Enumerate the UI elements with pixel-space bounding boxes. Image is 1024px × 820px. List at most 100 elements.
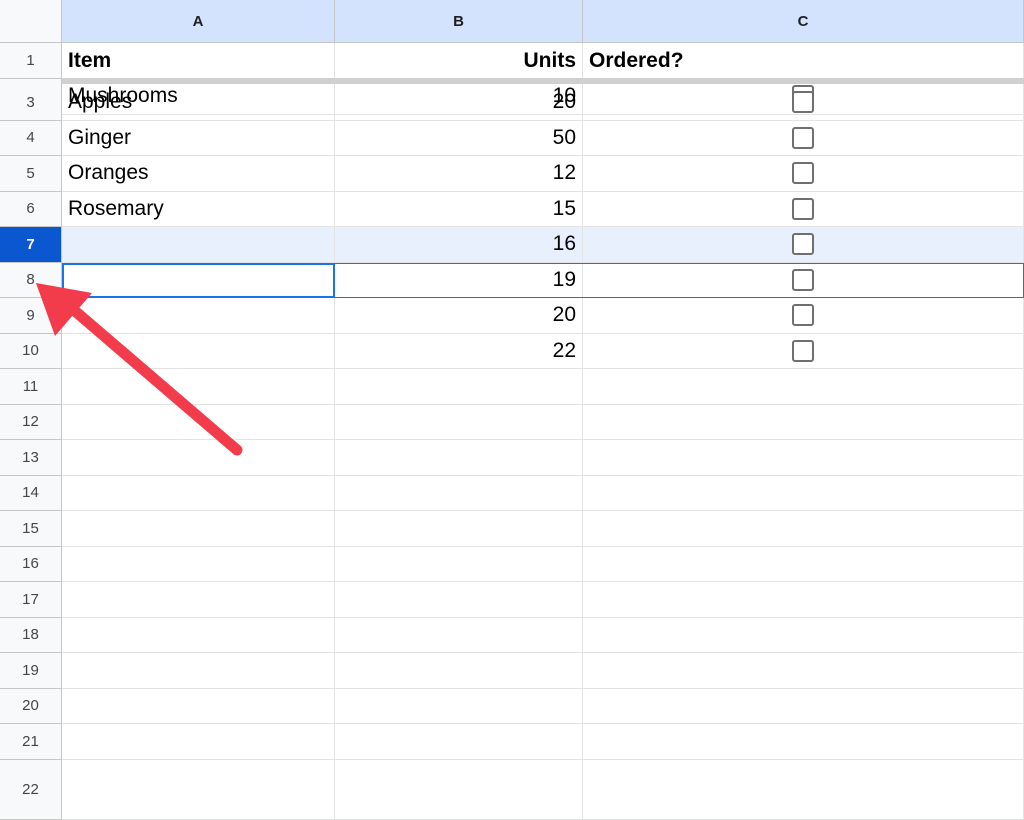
- cell-b22[interactable]: [335, 759, 583, 820]
- cell-c20[interactable]: [583, 688, 1024, 724]
- row-header-19[interactable]: 19: [0, 653, 62, 689]
- ordered-checkbox[interactable]: [792, 197, 814, 220]
- cell-a12[interactable]: [62, 404, 335, 440]
- cell-a10[interactable]: [62, 333, 335, 369]
- row-header-5[interactable]: 5: [0, 156, 62, 192]
- cell-a22[interactable]: [62, 759, 335, 820]
- cell-b19[interactable]: [335, 653, 583, 689]
- cell-a9[interactable]: [62, 298, 335, 334]
- frozen-row-divider[interactable]: [62, 78, 1024, 84]
- row-header-9[interactable]: 9: [0, 298, 62, 334]
- cell-c11[interactable]: [583, 369, 1024, 405]
- cell-c18[interactable]: [583, 617, 1024, 653]
- cell-a15[interactable]: [62, 511, 335, 547]
- cell-a11[interactable]: [62, 369, 335, 405]
- cell-c5[interactable]: [583, 156, 1024, 192]
- cell-b11[interactable]: [335, 369, 583, 405]
- cell-c14[interactable]: [583, 475, 1024, 511]
- cell-c15[interactable]: [583, 511, 1024, 547]
- cell-a4[interactable]: Ginger: [62, 120, 335, 156]
- column-header-a[interactable]: A: [62, 0, 335, 43]
- cell-a17[interactable]: [62, 582, 335, 618]
- row-header-12[interactable]: 12: [0, 404, 62, 440]
- row-header-14[interactable]: 14: [0, 475, 62, 511]
- cell-b12[interactable]: [335, 404, 583, 440]
- cell-b16[interactable]: [335, 546, 583, 582]
- cell-b3[interactable]: 20: [335, 85, 583, 121]
- cell-b13[interactable]: [335, 440, 583, 476]
- cell-b20[interactable]: [335, 688, 583, 724]
- cell-a1[interactable]: Item: [62, 43, 335, 79]
- cell-b6[interactable]: 15: [335, 191, 583, 227]
- ordered-checkbox[interactable]: [792, 304, 814, 327]
- row-header-3[interactable]: 3: [0, 85, 62, 121]
- cell-c19[interactable]: [583, 653, 1024, 689]
- cell-c22[interactable]: [583, 759, 1024, 820]
- ordered-checkbox[interactable]: [792, 91, 814, 114]
- cell-b10[interactable]: 22: [335, 333, 583, 369]
- cell-a5[interactable]: Oranges: [62, 156, 335, 192]
- select-all-corner[interactable]: [0, 0, 62, 43]
- cell-a3[interactable]: Apples: [62, 85, 335, 121]
- spreadsheet-grid: ABC1ItemUnitsOrdered?2Mushrooms103Apples…: [0, 0, 1024, 820]
- row-header-16[interactable]: 16: [0, 546, 62, 582]
- cell-c21[interactable]: [583, 724, 1024, 760]
- cell-b8[interactable]: 19: [335, 262, 583, 298]
- row-header-10[interactable]: 10: [0, 333, 62, 369]
- cell-c7[interactable]: [583, 227, 1024, 263]
- cell-b14[interactable]: [335, 475, 583, 511]
- cell-c6[interactable]: [583, 191, 1024, 227]
- ordered-checkbox[interactable]: [792, 339, 814, 362]
- cell-a8[interactable]: [62, 262, 335, 298]
- cell-b17[interactable]: [335, 582, 583, 618]
- row-header-15[interactable]: 15: [0, 511, 62, 547]
- cell-a7[interactable]: [62, 227, 335, 263]
- ordered-checkbox[interactable]: [792, 268, 814, 291]
- row-header-21[interactable]: 21: [0, 724, 62, 760]
- cell-c8[interactable]: [583, 262, 1024, 298]
- cell-c17[interactable]: [583, 582, 1024, 618]
- column-header-b[interactable]: B: [335, 0, 583, 43]
- ordered-checkbox[interactable]: [792, 233, 814, 256]
- cell-c13[interactable]: [583, 440, 1024, 476]
- row-header-6[interactable]: 6: [0, 191, 62, 227]
- row-header-18[interactable]: 18: [0, 617, 62, 653]
- cell-c10[interactable]: [583, 333, 1024, 369]
- cell-b4[interactable]: 50: [335, 120, 583, 156]
- cell-b5[interactable]: 12: [335, 156, 583, 192]
- row-header-20[interactable]: 20: [0, 688, 62, 724]
- row-header-11[interactable]: 11: [0, 369, 62, 405]
- column-header-c[interactable]: C: [583, 0, 1024, 43]
- cell-b15[interactable]: [335, 511, 583, 547]
- row-header-13[interactable]: 13: [0, 440, 62, 476]
- row-header-4[interactable]: 4: [0, 120, 62, 156]
- row-header-1[interactable]: 1: [0, 43, 62, 79]
- cell-a14[interactable]: [62, 475, 335, 511]
- cell-c12[interactable]: [583, 404, 1024, 440]
- header-item-label: Item: [68, 48, 112, 72]
- ordered-checkbox[interactable]: [792, 162, 814, 185]
- cell-c1[interactable]: Ordered?: [583, 43, 1024, 79]
- cell-b9[interactable]: 20: [335, 298, 583, 334]
- cell-c3[interactable]: [583, 85, 1024, 121]
- row-header-22[interactable]: 22: [0, 759, 62, 820]
- units-value: 20: [552, 303, 576, 327]
- cell-a13[interactable]: [62, 440, 335, 476]
- cell-b1[interactable]: Units: [335, 43, 583, 79]
- cell-b21[interactable]: [335, 724, 583, 760]
- ordered-checkbox[interactable]: [792, 126, 814, 149]
- row-header-17[interactable]: 17: [0, 582, 62, 618]
- cell-c16[interactable]: [583, 546, 1024, 582]
- cell-c4[interactable]: [583, 120, 1024, 156]
- cell-b18[interactable]: [335, 617, 583, 653]
- cell-a20[interactable]: [62, 688, 335, 724]
- row-header-7[interactable]: 7: [0, 227, 62, 263]
- cell-a16[interactable]: [62, 546, 335, 582]
- cell-a18[interactable]: [62, 617, 335, 653]
- cell-c9[interactable]: [583, 298, 1024, 334]
- cell-a21[interactable]: [62, 724, 335, 760]
- cell-a6[interactable]: Rosemary: [62, 191, 335, 227]
- cell-b7[interactable]: 16: [335, 227, 583, 263]
- cell-a19[interactable]: [62, 653, 335, 689]
- row-header-8[interactable]: 8: [0, 262, 62, 298]
